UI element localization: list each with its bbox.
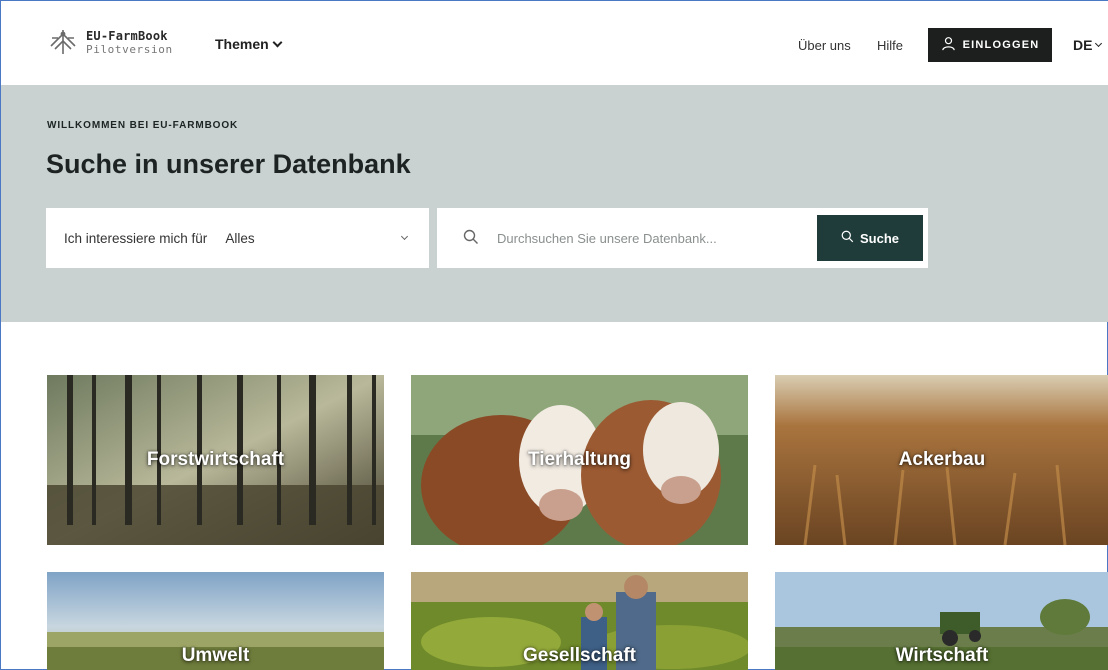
category-label: Ackerbau bbox=[898, 449, 986, 470]
category-label: Forstwirtschaft bbox=[146, 449, 285, 470]
category-card-arable[interactable]: Ackerbau bbox=[775, 375, 1108, 545]
themen-menu[interactable]: Themen bbox=[215, 36, 283, 52]
nav-link-about[interactable]: Über uns bbox=[798, 38, 851, 53]
search-icon bbox=[841, 230, 854, 246]
user-icon bbox=[941, 36, 956, 54]
chevron-down-icon bbox=[400, 232, 409, 241]
language-selector[interactable]: DE bbox=[1073, 37, 1103, 53]
search-icon bbox=[463, 229, 479, 245]
category-label: Wirtschaft bbox=[895, 644, 989, 666]
nav-link-help[interactable]: Hilfe bbox=[877, 38, 903, 53]
top-header: EU-FarmBook Pilotversion Themen Über uns… bbox=[1, 1, 1108, 85]
category-card-livestock[interactable]: Tierhaltung bbox=[411, 375, 748, 545]
filter-label: Ich interessiere mich für bbox=[64, 230, 208, 246]
farmbook-logo-icon bbox=[46, 24, 80, 63]
category-label: Gesellschaft bbox=[523, 644, 636, 666]
category-label: Tierhaltung bbox=[527, 449, 632, 470]
category-card-forestry[interactable]: Forstwirtschaft bbox=[47, 375, 384, 545]
logo[interactable]: EU-FarmBook Pilotversion bbox=[46, 25, 196, 61]
search-hero: WILLKOMMEN BEI EU-FARMBOOK Suche in unse… bbox=[1, 85, 1108, 322]
language-label: DE bbox=[1073, 37, 1093, 53]
hero-kicker: WILLKOMMEN BEI EU-FARMBOOK bbox=[47, 120, 239, 131]
search-button-label: Suche bbox=[859, 230, 899, 246]
login-button[interactable]: EINLOGGEN bbox=[928, 28, 1052, 62]
logo-subtitle: Pilotversion bbox=[86, 43, 173, 56]
category-card-society[interactable]: Gesellschaft bbox=[411, 572, 748, 670]
themen-label: Themen bbox=[215, 36, 269, 52]
page-title: Suche in unserer Datenbank bbox=[46, 149, 411, 179]
chevron-down-icon bbox=[272, 37, 283, 47]
filter-value: Alles bbox=[225, 230, 255, 246]
chevron-down-icon bbox=[1095, 39, 1103, 47]
interest-filter-select[interactable]: Ich interessiere mich für Alles bbox=[46, 208, 429, 268]
category-card-economy[interactable]: Wirtschaft bbox=[775, 572, 1108, 670]
search-bar: Suche bbox=[437, 208, 928, 268]
category-card-environment[interactable]: Umwelt bbox=[47, 572, 384, 670]
login-label: EINLOGGEN bbox=[962, 39, 1040, 51]
category-label: Umwelt bbox=[181, 644, 250, 666]
search-input[interactable] bbox=[497, 226, 807, 250]
logo-title: EU-FarmBook bbox=[86, 29, 168, 43]
search-button[interactable]: Suche bbox=[817, 215, 923, 261]
